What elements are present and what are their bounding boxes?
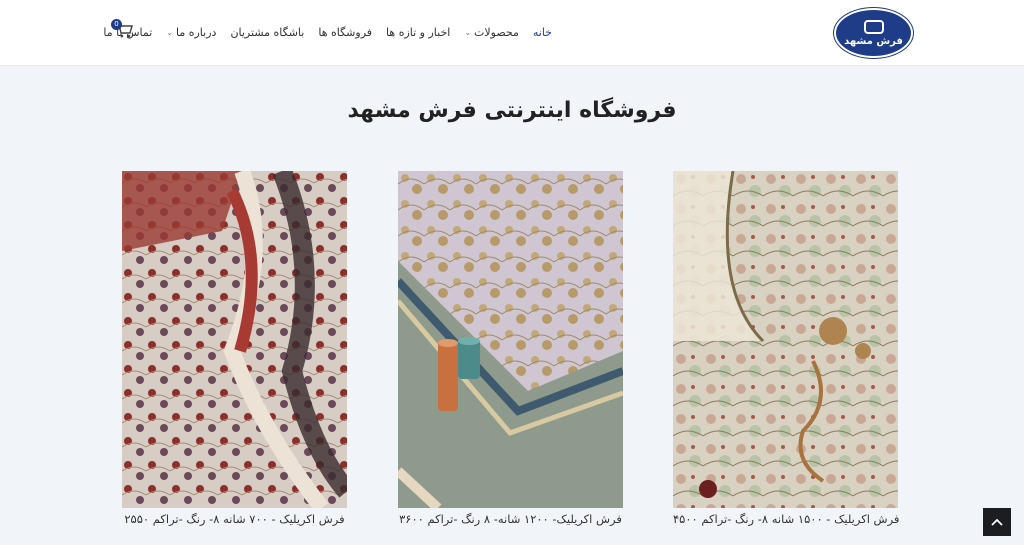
cart-button[interactable]: 0 — [111, 19, 135, 40]
logo-text: فرش مشهد — [844, 35, 903, 47]
site-header: فرش مشهد خانه محصولات ⌄ اخبار و تازه ها … — [0, 0, 1024, 66]
nav-item-label: محصولات — [474, 25, 519, 39]
cart-count-badge: 0 — [111, 19, 122, 30]
nav-item-products[interactable]: محصولات ⌄ — [464, 26, 519, 39]
product-card[interactable]: فرش اکریلیک- ۱۲۰۰ شانه- ۸ رنگ -تراکم ۳۶۰… — [398, 171, 623, 526]
product-caption[interactable]: فرش اکریلیک- ۱۲۰۰ شانه- ۸ رنگ -تراکم ۳۶۰… — [398, 512, 623, 526]
nav-item-about[interactable]: درباره ما ⌄ — [166, 26, 216, 39]
nav-item-home[interactable]: خانه — [533, 26, 552, 39]
product-caption[interactable]: فرش اکریلیک - ۷۰۰ شانه ۸- رنگ -تراکم ۲۵۵… — [122, 512, 347, 526]
product-caption[interactable]: فرش اکریلیک - ۱۵۰۰ شانه ۸- رنگ -تراکم ۴۵… — [673, 512, 899, 526]
page-title: فروشگاه اینترنتی فرش مشهد — [347, 98, 677, 123]
main-nav: خانه محصولات ⌄ اخبار و تازه ها فروشگاه ه… — [103, 24, 552, 40]
product-image[interactable] — [398, 171, 623, 508]
nav-item-label: فروشگاه ها — [318, 25, 373, 39]
product-image[interactable] — [673, 171, 898, 508]
logo-emblem-icon — [863, 19, 884, 34]
chevron-down-icon: ⌄ — [166, 27, 173, 37]
product-card[interactable]: فرش اکریلیک - ۷۰۰ شانه ۸- رنگ -تراکم ۲۵۵… — [122, 171, 347, 526]
nav-item-label: درباره ما — [175, 25, 217, 39]
logo[interactable]: فرش مشهد — [834, 8, 913, 58]
product-card[interactable]: فرش اکریلیک - ۱۵۰۰ شانه ۸- رنگ -تراکم ۴۵… — [673, 171, 899, 526]
nav-item-stores[interactable]: فروشگاه ها — [318, 26, 372, 39]
product-image[interactable] — [122, 171, 347, 508]
nav-item-customer-club[interactable]: باشگاه مشتریان — [230, 26, 304, 39]
nav-item-label: خانه — [532, 25, 552, 39]
nav-item-news[interactable]: اخبار و تازه ها — [386, 26, 450, 39]
scroll-to-top-button[interactable] — [983, 508, 1011, 536]
nav-item-label: باشگاه مشتریان — [230, 25, 305, 39]
chevron-up-icon — [991, 518, 1003, 526]
nav-item-label: اخبار و تازه ها — [386, 25, 451, 39]
chevron-down-icon: ⌄ — [464, 27, 472, 37]
